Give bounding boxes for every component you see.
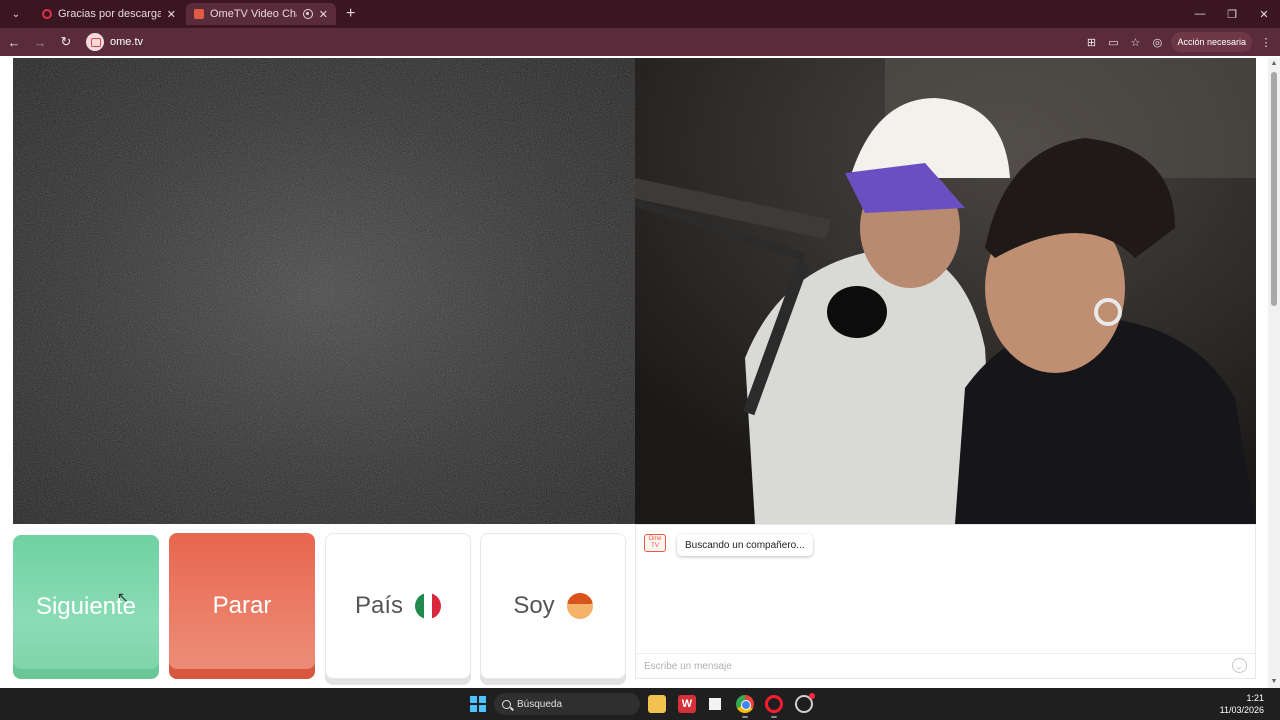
- address-bar: ← → ↻ ome.tv ⊞ ▭ ☆ ◎ Acción necesaria ⋮: [0, 28, 1280, 56]
- opera-icon[interactable]: [765, 695, 783, 713]
- status-message: Buscando un compañero...: [677, 534, 813, 556]
- back-icon[interactable]: ←: [2, 30, 26, 54]
- opera-favicon-icon: [42, 9, 52, 19]
- translate-icon[interactable]: ⊞: [1083, 34, 1099, 50]
- tab-title: Gracias por descargar Opera: [58, 8, 161, 20]
- stop-button-label: Parar: [212, 592, 272, 619]
- chrome-running-indicator: [742, 716, 748, 718]
- wps-office-icon[interactable]: W: [678, 695, 696, 713]
- country-label: País: [354, 592, 404, 619]
- own-camera-video: [635, 58, 1256, 524]
- plus-icon[interactable]: +: [346, 5, 355, 23]
- tab-opera-download[interactable]: Gracias por descargar Opera ✕: [34, 3, 184, 25]
- scroll-thumb[interactable]: [1271, 72, 1277, 306]
- windows-start-icon[interactable]: [470, 696, 486, 712]
- partner-video-static: [13, 58, 635, 524]
- country-selector-button[interactable]: País: [325, 533, 471, 679]
- cast-icon[interactable]: ▭: [1105, 34, 1121, 50]
- forward-icon[interactable]: →: [28, 30, 52, 54]
- tab-title: OmeTV Video Chat — Ome: [210, 8, 297, 20]
- page-scrollbar[interactable]: ▲ ▼: [1268, 58, 1280, 688]
- file-explorer-icon[interactable]: [648, 695, 666, 713]
- url-field[interactable]: ome.tv: [110, 36, 143, 48]
- opera-running-indicator: [771, 716, 777, 718]
- stop-button[interactable]: Parar: [169, 533, 315, 679]
- gender-selector-button[interactable]: Soy: [480, 533, 626, 679]
- recording-icon: [302, 9, 313, 19]
- boy-avatar-icon: [566, 593, 593, 619]
- emoji-icon[interactable]: [1232, 658, 1247, 673]
- star-icon[interactable]: ☆: [1127, 34, 1143, 50]
- opera-gx-icon[interactable]: [795, 693, 815, 713]
- search-icon: [502, 699, 511, 709]
- tab-strip: ⌄ Gracias por descargar Opera ✕ OmeTV Vi…: [0, 0, 1280, 28]
- microsoft-store-icon[interactable]: [706, 695, 724, 713]
- clock-time: 1:21: [1246, 693, 1264, 703]
- window-controls: — ❐ ✕: [1184, 0, 1280, 28]
- mexico-flag-icon: [415, 593, 442, 619]
- site-info-icon[interactable]: [86, 33, 104, 51]
- static-noise: [13, 58, 635, 524]
- profile-icon[interactable]: ◎: [1149, 34, 1165, 50]
- scroll-down-icon[interactable]: ▼: [1270, 678, 1278, 686]
- ometv-favicon-icon: [194, 9, 204, 19]
- scroll-up-icon[interactable]: ▲: [1270, 60, 1278, 68]
- next-button[interactable]: Siguiente: [13, 535, 159, 679]
- tab-list-menu-icon[interactable]: ⌄: [4, 3, 28, 25]
- close-icon[interactable]: ✕: [319, 8, 328, 21]
- clock-date: 11/03/2026: [1219, 705, 1264, 715]
- close-icon[interactable]: ✕: [167, 8, 176, 21]
- chrome-icon[interactable]: [736, 695, 754, 713]
- chat-panel: Ome TV Buscando un compañero...: [635, 524, 1256, 679]
- system-clock[interactable]: 1:21 11/03/2026: [1220, 692, 1264, 716]
- address-bar-actions: ⊞ ▭ ☆ ◎ Acción necesaria ⋮: [1083, 28, 1274, 56]
- action-required-button[interactable]: Acción necesaria: [1171, 32, 1252, 52]
- windows-taskbar: Búsqueda W 1:21 11/03/2026: [0, 688, 1280, 720]
- maximize-icon[interactable]: ❐: [1216, 0, 1248, 28]
- mouse-cursor-icon: ↖: [117, 589, 129, 605]
- taskbar-search[interactable]: Búsqueda: [494, 693, 640, 715]
- ometv-logo-icon: Ome TV: [644, 534, 666, 552]
- message-input[interactable]: [636, 653, 1255, 678]
- camera-feed-image: [635, 58, 1256, 524]
- close-window-icon[interactable]: ✕: [1248, 0, 1280, 28]
- kebab-menu-icon[interactable]: ⋮: [1258, 34, 1274, 50]
- minimize-icon[interactable]: —: [1184, 0, 1216, 28]
- reload-icon[interactable]: ↻: [54, 30, 78, 54]
- tab-ometv[interactable]: OmeTV Video Chat — Ome ✕: [186, 3, 336, 25]
- taskbar-search-label: Búsqueda: [517, 698, 563, 710]
- gender-label: Soy: [513, 592, 555, 619]
